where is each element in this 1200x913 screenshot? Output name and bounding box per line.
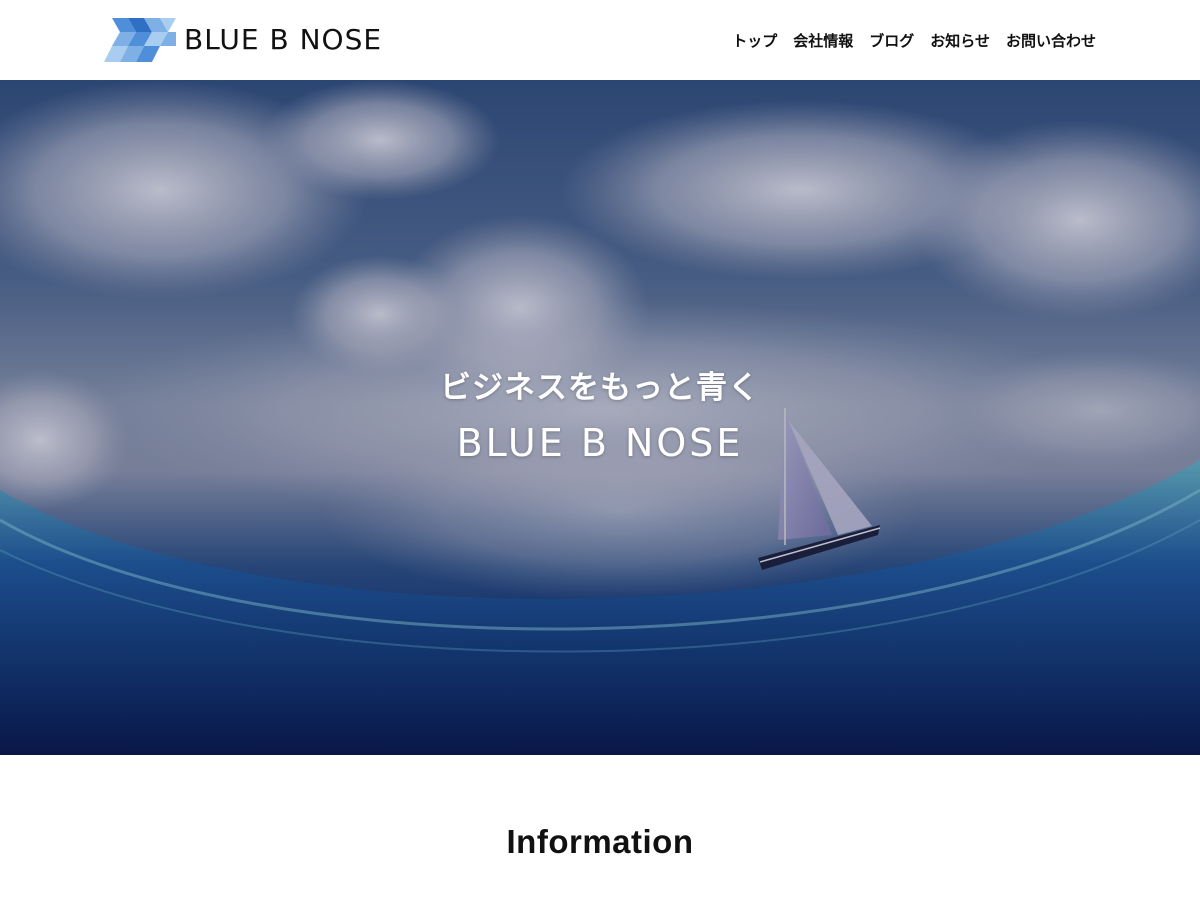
hero: ビジネスをもっと青く BLUE B NOSE [0, 80, 1200, 755]
hero-brand: BLUE B NOSE [456, 421, 744, 465]
nav-item-company[interactable]: 会社情報 [793, 30, 853, 51]
information-row [280, 893, 304, 913]
information-title: Information [506, 823, 694, 860]
site-logo[interactable]: BLUE B NOSE [104, 18, 382, 62]
nav-item-contact[interactable]: お問い合わせ [1006, 30, 1096, 51]
nav-item-blog[interactable]: ブログ [869, 30, 914, 51]
logo-text: BLUE B NOSE [184, 23, 383, 56]
hero-copy: ビジネスをもっと青く BLUE B NOSE [0, 366, 1200, 468]
logo-mark-icon [104, 18, 176, 62]
information-section: Information [0, 755, 1200, 900]
site-header: BLUE B NOSE トップ 会社情報 ブログ お知らせ お問い合わせ [0, 0, 1200, 80]
global-nav: トップ 会社情報 ブログ お知らせ お問い合わせ [716, 0, 1096, 80]
hero-tagline: ビジネスをもっと青く [440, 370, 760, 406]
nav-item-top[interactable]: トップ [732, 30, 777, 51]
nav-item-news[interactable]: お知らせ [930, 30, 990, 51]
